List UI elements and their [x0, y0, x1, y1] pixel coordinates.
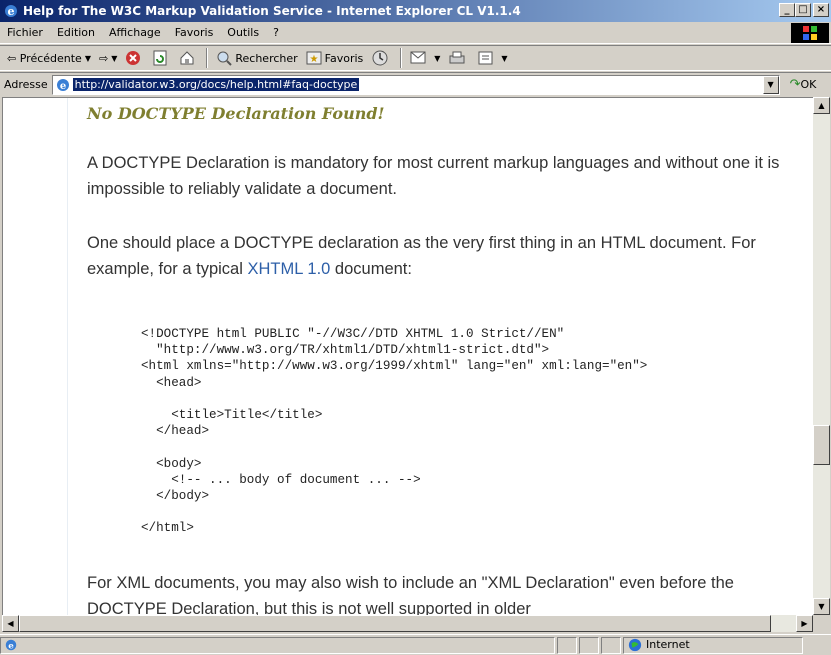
svg-text:★: ★ — [309, 54, 318, 65]
back-button[interactable]: ⇦ Précédente ▼ — [3, 47, 95, 69]
forward-button[interactable]: ⇨ ▼ — [95, 47, 121, 69]
back-arrow-icon: ⇦ — [7, 51, 17, 65]
zone-indicator: Internet — [624, 638, 802, 652]
edit-icon — [478, 51, 493, 65]
status-panel — [601, 636, 621, 654]
search-label: Rechercher — [235, 51, 298, 65]
address-input[interactable]: e http://validator.w3.org/docs/help.html… — [51, 74, 780, 95]
paragraph-2: One should place a DOCTYPE declaration a… — [87, 230, 787, 282]
home-icon — [180, 51, 194, 65]
chevron-down-icon[interactable]: ▼ — [111, 54, 117, 63]
chevron-down-icon[interactable]: ▼ — [434, 54, 440, 63]
maximize-button[interactable]: □ — [795, 3, 811, 17]
menu-bar: Fichier Edition Affichage Favoris Outils… — [0, 22, 831, 44]
address-dropdown-button[interactable]: ▼ — [762, 75, 779, 94]
forward-arrow-icon: ⇨ — [98, 51, 109, 65]
windows-logo-icon — [791, 23, 829, 43]
chevron-down-icon[interactable]: ▼ — [501, 54, 507, 63]
go-arrow-icon: ↷ — [789, 77, 801, 92]
menu-affichage[interactable]: Affichage — [102, 26, 168, 39]
back-label: Précédente — [19, 51, 82, 65]
menu-help[interactable]: ? — [266, 26, 286, 39]
scroll-up-button[interactable]: ▲ — [813, 97, 830, 114]
paragraph-3: For XML documents, you may also wish to … — [87, 574, 734, 618]
standard-toolbar: ⇦ Précédente ▼ ⇨ ▼ Rechercher ★ Favoris ▼ ▼ — [0, 45, 831, 71]
refresh-button[interactable] — [148, 47, 175, 69]
vertical-scrollbar[interactable]: ▲ ▼ — [813, 97, 830, 615]
close-button[interactable]: × — [813, 3, 829, 17]
favorites-label: Favoris — [324, 51, 364, 65]
ie-icon: e — [5, 5, 17, 18]
home-button[interactable] — [175, 47, 202, 69]
scroll-left-button[interactable]: ◀ — [2, 615, 19, 632]
history-icon — [372, 50, 388, 66]
page-content[interactable]: No DOCTYPE Declaration Found! A DOCTYPE … — [2, 97, 813, 618]
menu-favoris[interactable]: Favoris — [168, 26, 221, 39]
minimize-button[interactable]: _ — [779, 3, 795, 17]
toolbar-separator — [206, 48, 209, 68]
status-bar: e Internet — [0, 634, 831, 655]
svg-text:e: e — [8, 5, 15, 18]
vertical-scroll-thumb[interactable] — [813, 425, 830, 465]
chevron-down-icon[interactable]: ▼ — [85, 54, 91, 63]
search-icon — [217, 51, 233, 66]
refresh-icon — [153, 50, 167, 66]
status-panel — [557, 636, 577, 654]
favorites-button[interactable]: ★ Favoris — [302, 47, 368, 69]
page-heading: No DOCTYPE Declaration Found! — [87, 104, 385, 123]
horizontal-scrollbar[interactable]: ◀ ▶ — [2, 615, 813, 632]
horizontal-scroll-thumb[interactable] — [19, 615, 771, 632]
status-text-panel: e — [0, 636, 555, 654]
mail-icon — [410, 51, 426, 64]
page-icon: e — [56, 78, 69, 92]
zone-panel: Internet — [623, 636, 803, 654]
status-panel — [579, 636, 599, 654]
address-label: Adresse — [4, 78, 48, 91]
stop-icon — [126, 51, 141, 65]
svg-text:e: e — [8, 642, 14, 652]
edit-button[interactable]: ▼ — [473, 47, 511, 69]
go-button[interactable]: ↷ OK — [790, 77, 817, 92]
favorites-icon: ★ — [306, 51, 322, 65]
search-button[interactable]: Rechercher — [212, 47, 301, 69]
go-label: OK — [800, 78, 817, 91]
xhtml-link[interactable]: XHTML 1.0 — [248, 260, 331, 278]
title-bar[interactable]: e Help for The W3C Markup Validation Ser… — [0, 0, 831, 22]
menu-edition[interactable]: Edition — [50, 26, 102, 39]
print-icon — [449, 51, 465, 64]
stop-button[interactable] — [121, 47, 148, 69]
code-example: <!DOCTYPE html PUBLIC "-//W3C//DTD XHTML… — [141, 327, 648, 536]
zone-label: Internet — [646, 638, 690, 651]
address-url: http://validator.w3.org/docs/help.html#f… — [72, 78, 360, 91]
scroll-right-button[interactable]: ▶ — [796, 615, 813, 632]
print-button[interactable] — [444, 47, 473, 69]
page-status-icon: e — [5, 639, 17, 652]
history-button[interactable] — [367, 47, 396, 69]
paragraph-1: A DOCTYPE Declaration is mandatory for m… — [87, 154, 780, 198]
mail-button[interactable]: ▼ — [406, 47, 444, 69]
svg-text:e: e — [59, 81, 65, 92]
globe-icon — [628, 638, 642, 651]
menu-fichier[interactable]: Fichier — [0, 26, 50, 39]
left-rule — [67, 98, 68, 618]
toolbar-separator — [400, 48, 403, 68]
scroll-down-button[interactable]: ▼ — [813, 598, 830, 615]
address-bar: Adresse e http://validator.w3.org/docs/h… — [0, 72, 831, 96]
window-title: Help for The W3C Markup Validation Servi… — [23, 4, 521, 18]
browser-window: e Help for The W3C Markup Validation Ser… — [0, 0, 831, 655]
menu-outils[interactable]: Outils — [220, 26, 266, 39]
paragraph-2-tail: document: — [330, 260, 412, 278]
paragraph-2-text: One should place a DOCTYPE declaration a… — [87, 234, 756, 278]
scrollbar-corner — [813, 615, 830, 632]
